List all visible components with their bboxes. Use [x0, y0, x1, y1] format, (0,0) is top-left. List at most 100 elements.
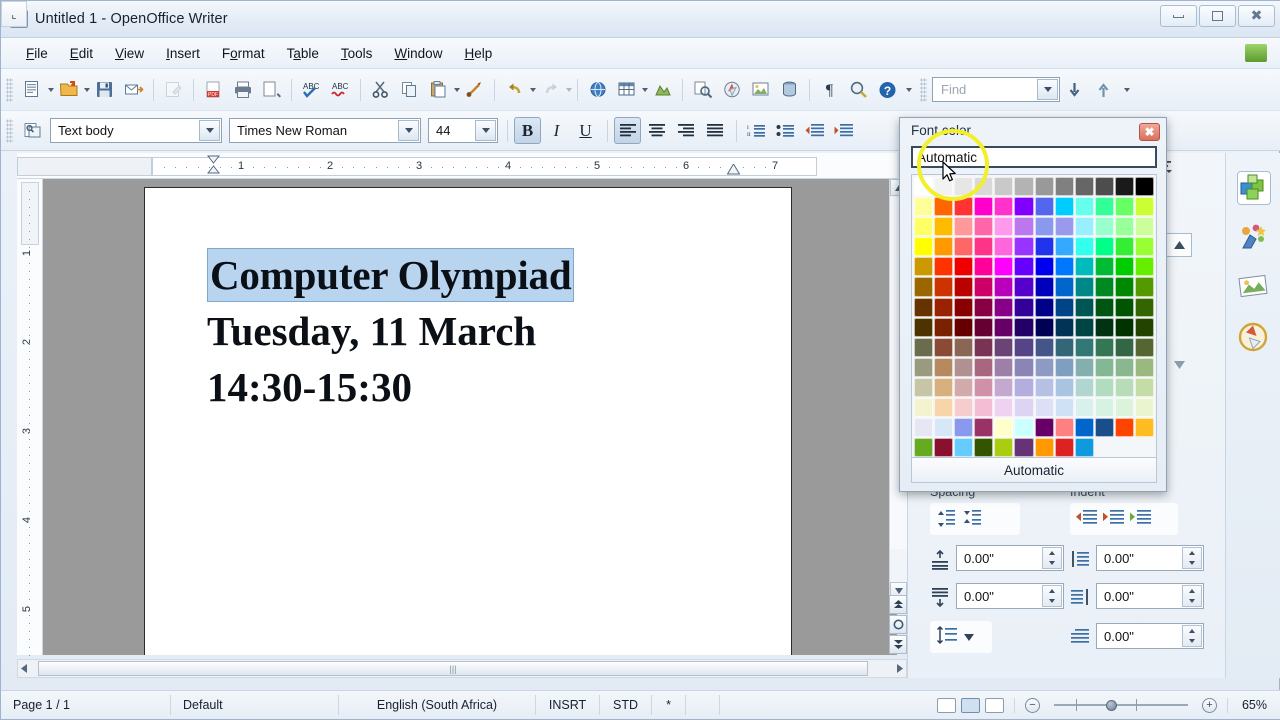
color-swatch[interactable] [1054, 317, 1074, 337]
color-swatch[interactable] [1094, 377, 1114, 398]
line-spacing-button[interactable] [930, 621, 992, 653]
color-swatch[interactable] [1135, 277, 1155, 297]
color-swatch[interactable] [954, 197, 974, 217]
book-view-icon[interactable] [984, 697, 1004, 713]
color-swatch[interactable] [994, 277, 1014, 297]
open-document-icon[interactable] [55, 76, 82, 103]
color-swatch[interactable] [974, 418, 994, 438]
automatic-color-button[interactable]: Automatic [911, 457, 1157, 483]
scroll-left-button[interactable] [21, 660, 29, 678]
color-swatch[interactable] [1114, 217, 1135, 237]
color-swatch[interactable] [994, 197, 1014, 217]
increase-indent-icon[interactable] [1074, 508, 1098, 531]
color-swatch[interactable] [1054, 418, 1074, 438]
color-swatch[interactable] [1014, 398, 1034, 418]
justified-button[interactable] [701, 117, 728, 144]
color-swatch[interactable] [1094, 357, 1114, 377]
color-swatch[interactable] [1135, 297, 1155, 317]
tab-stop-mark[interactable] [592, 172, 599, 185]
tab-stop-mark[interactable] [372, 172, 379, 185]
color-swatch[interactable] [1114, 177, 1135, 197]
color-swatch[interactable] [1135, 377, 1155, 398]
color-swatch[interactable] [954, 337, 974, 357]
color-swatch[interactable] [1034, 398, 1054, 418]
color-swatch[interactable] [914, 357, 934, 377]
increase-indent-button[interactable] [830, 117, 857, 144]
color-swatch[interactable] [1074, 197, 1094, 217]
multi-page-view-icon[interactable] [960, 697, 980, 713]
color-swatch[interactable] [994, 357, 1014, 377]
document-canvas[interactable]: Computer Olympiad Tuesday, 11 March 14:3… [43, 179, 897, 655]
ordered-list-button[interactable]: I II [743, 117, 770, 144]
color-swatch[interactable] [1054, 337, 1074, 357]
show-draw-functions-icon[interactable] [649, 76, 676, 103]
undo-dropdown-icon[interactable] [530, 87, 536, 92]
color-swatch[interactable] [974, 177, 994, 197]
tab-stop-mark[interactable] [284, 172, 291, 185]
document-line-1[interactable]: Computer Olympiad [207, 248, 575, 302]
hanging-indent-icon[interactable] [1128, 508, 1152, 531]
color-swatch[interactable] [954, 257, 974, 277]
find-replace-icon[interactable] [689, 76, 716, 103]
color-palette-grid[interactable] [911, 174, 1157, 459]
export-pdf-icon[interactable]: PDF [200, 76, 227, 103]
horizontal-scrollbar[interactable]: ||| [17, 659, 907, 678]
color-swatch[interactable] [974, 277, 994, 297]
print-preview-icon[interactable] [258, 76, 285, 103]
color-swatch[interactable] [1054, 257, 1074, 277]
color-swatch[interactable] [1034, 357, 1054, 377]
paragraph-style-dropdown-icon[interactable] [199, 120, 220, 141]
tab-stop-mark[interactable] [196, 172, 203, 185]
color-swatch[interactable] [934, 177, 954, 197]
find-toolbar-overflow-icon[interactable] [1124, 87, 1130, 92]
color-swatch[interactable] [934, 418, 954, 438]
font-color-dialog[interactable]: Font color ✖ Automatic Automatic [899, 117, 1167, 492]
color-swatch[interactable] [934, 277, 954, 297]
close-button[interactable]: ✖ [1238, 5, 1275, 27]
spacing-below-field[interactable]: 0.00" [956, 583, 1064, 609]
color-swatch[interactable] [994, 398, 1014, 418]
color-swatch[interactable] [954, 277, 974, 297]
tab-stop-mark[interactable] [416, 172, 423, 185]
bold-button[interactable]: B [514, 117, 541, 144]
color-swatch[interactable] [1074, 177, 1094, 197]
color-swatch[interactable] [1135, 257, 1155, 277]
color-swatch[interactable] [914, 177, 934, 197]
color-swatch[interactable] [954, 398, 974, 418]
color-swatch[interactable] [1094, 297, 1114, 317]
spelling-check-icon[interactable]: ABC [298, 76, 325, 103]
color-swatch[interactable] [934, 377, 954, 398]
hyperlink-icon[interactable] [584, 76, 611, 103]
single-page-view-icon[interactable] [936, 697, 956, 713]
menu-table[interactable]: Table [276, 42, 330, 65]
color-swatch[interactable] [1014, 177, 1034, 197]
color-swatch[interactable] [1114, 197, 1135, 217]
next-page-button[interactable] [889, 635, 907, 654]
color-swatch[interactable] [914, 377, 934, 398]
color-swatch[interactable] [1014, 237, 1034, 257]
color-swatch[interactable] [954, 237, 974, 257]
color-swatch[interactable] [954, 438, 974, 458]
color-swatch[interactable] [1135, 418, 1155, 438]
first-line-indent-marker[interactable] [206, 155, 221, 180]
color-swatch[interactable] [974, 377, 994, 398]
redo-icon[interactable] [537, 76, 564, 103]
color-swatch[interactable] [1094, 337, 1114, 357]
zoom-in-button[interactable]: + [1201, 697, 1217, 713]
color-swatch[interactable] [1074, 377, 1094, 398]
color-swatch[interactable] [1135, 197, 1155, 217]
color-swatch[interactable] [974, 257, 994, 277]
new-document-icon[interactable] [19, 76, 46, 103]
align-left-button[interactable] [614, 117, 641, 144]
clone-formatting-icon[interactable] [461, 76, 488, 103]
color-swatch[interactable] [1094, 177, 1114, 197]
color-swatch[interactable] [994, 377, 1014, 398]
redo-dropdown-icon[interactable] [566, 87, 572, 92]
align-right-button[interactable] [672, 117, 699, 144]
color-swatch[interactable] [1094, 257, 1114, 277]
save-icon[interactable] [91, 76, 118, 103]
color-swatch[interactable] [1114, 297, 1135, 317]
color-swatch[interactable] [1094, 277, 1114, 297]
zoom-slider-knob[interactable] [1105, 700, 1117, 711]
color-swatch[interactable] [1054, 197, 1074, 217]
